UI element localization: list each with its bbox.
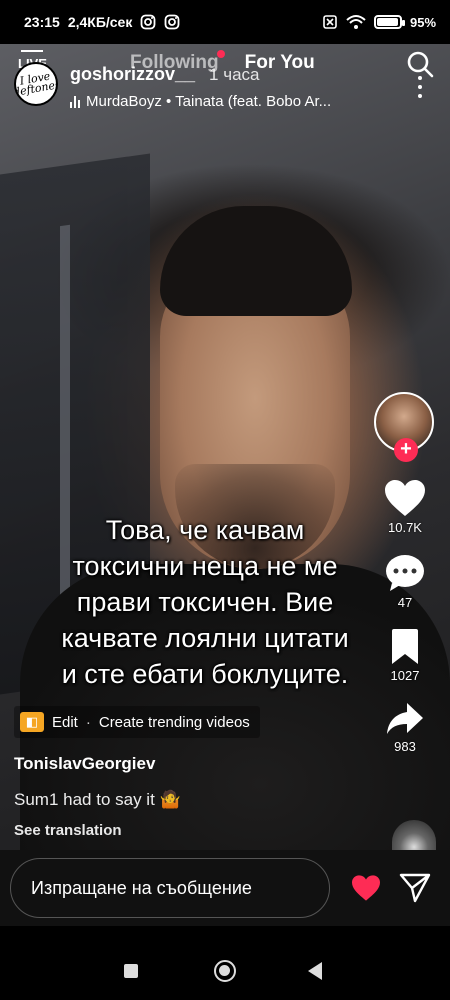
no-sim-icon [322,14,338,30]
system-nav-bar [0,926,450,1000]
recents-button[interactable] [124,964,138,978]
creator-avatar[interactable]: + [374,392,434,462]
battery-percent-unit: % [424,14,436,30]
battery-icon [373,15,405,29]
network-speed: 2,4КБ/сек [67,14,133,30]
battery-percent: 95% [409,14,436,30]
video-caption: Това, че качвам токсични неща не ме прав… [30,512,380,692]
post-description: Sum1 had to say it 🤷 [14,790,181,809]
caption-line: и сте ебати боклуците. [61,659,349,689]
message-input[interactable]: Изпращане на съобщение [10,858,330,918]
see-translation-link[interactable]: See translation [14,822,122,839]
like-button[interactable]: 10.7K [374,478,436,535]
status-bar: 23:15 2,4КБ/сек 95% [0,0,450,44]
heart-icon [385,480,425,516]
author-header: I love deftones goshorizzov__ 1 часа Murd… [14,60,434,116]
post-author-handle[interactable]: TonislavGeorgiev [14,754,155,774]
action-rail: + 10.7K 47 1027 983 [374,392,436,754]
video-subject-hair [160,206,352,316]
quick-heart-button[interactable] [350,874,382,902]
instagram-icon [140,14,156,30]
music-info[interactable]: MurdaBoyz • Tainata (feat. Bobo Ar... [70,93,331,110]
message-composer: Изпращане на съобщение [0,850,450,926]
effect-label: Create trending videos [98,713,250,731]
caption-line: токсични неща не ме [72,551,338,581]
comment-button[interactable]: 47 [374,553,436,610]
comment-icon [386,555,424,591]
wifi-icon [346,14,366,30]
effect-tag[interactable]: ◧ Edit · Create trending videos [14,706,260,738]
effect-separator: · [85,713,91,731]
caption-line: Това, че качвам [105,515,305,545]
live-tv-icon [21,50,44,55]
follow-plus-icon[interactable]: + [394,438,418,462]
comment-count: 47 [397,595,413,610]
heart-icon [352,875,380,901]
caption-line: качвате лоялни цитати [61,623,349,653]
author-avatar-logo: I love deftones [14,69,58,99]
effect-edit-label: Edit [52,713,78,731]
back-button[interactable] [308,962,322,980]
post-time: 1 часа [209,65,260,84]
author-avatar[interactable]: I love deftones [14,62,58,106]
share-count: 983 [394,739,416,754]
bookmark-icon [392,629,418,664]
home-button[interactable] [214,960,236,982]
capcut-icon: ◧ [20,712,44,732]
save-button[interactable]: 1027 [374,628,436,683]
message-input-placeholder: Изпращане на съобщение [31,877,252,898]
instagram-icon [164,14,180,30]
like-count: 10.7K [388,520,422,535]
share-button[interactable]: 983 [374,701,436,754]
music-bars-icon [70,95,80,108]
notification-dot [216,50,225,58]
status-time: 23:15 [24,14,60,30]
music-title: MurdaBoyz • Tainata (feat. Bobo Ar... [86,93,332,110]
save-count: 1027 [390,668,420,683]
caption-line: прави токсичен. Вие [76,587,334,617]
send-icon[interactable] [398,872,432,904]
share-icon [387,703,423,734]
author-username[interactable]: goshorizzov__ [70,64,195,85]
